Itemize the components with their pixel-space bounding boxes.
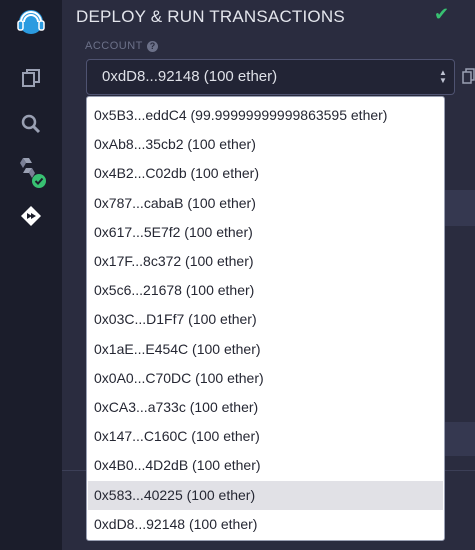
account-dropdown-list: 0x5B3...eddC4 (99.99999999999863595 ethe…	[86, 96, 445, 541]
search-icon[interactable]	[0, 104, 62, 144]
account-option[interactable]: 0x5c6...21678 (100 ether)	[88, 276, 443, 305]
deploy-run-icon[interactable]	[0, 196, 62, 236]
account-option[interactable]: 0x787...cabaB (100 ether)	[88, 189, 443, 218]
remix-ide: DEPLOY & RUN TRANSACTIONS ✔ ACCOUNT ? 0x…	[0, 0, 475, 550]
panel-title: DEPLOY & RUN TRANSACTIONS	[76, 7, 345, 26]
remix-logo-icon[interactable]	[0, 4, 62, 44]
account-option[interactable]: 0x4B2...C02db (100 ether)	[88, 159, 443, 188]
account-option[interactable]: 0x617...5E7f2 (100 ether)	[88, 218, 443, 247]
file-explorer-icon[interactable]	[0, 58, 62, 98]
account-option[interactable]: 0xAb8...35cb2 (100 ether)	[88, 130, 443, 159]
icon-rail	[0, 0, 62, 550]
account-option[interactable]: 0x17F...8c372 (100 ether)	[88, 247, 443, 276]
select-arrows-icon: ▲ ▼	[439, 68, 447, 85]
account-option[interactable]: 0xdD8...92148 (100 ether)	[88, 510, 443, 539]
account-option[interactable]: 0x5B3...eddC4 (99.99999999999863595 ethe…	[88, 101, 443, 130]
account-option[interactable]: 0x583...40225 (100 ether)	[88, 480, 443, 510]
account-label: ACCOUNT	[85, 40, 143, 52]
info-icon[interactable]: ?	[147, 41, 158, 52]
copy-icon[interactable]	[462, 68, 475, 84]
account-option[interactable]: 0x1aE...E454C (100 ether)	[88, 335, 443, 364]
account-select-value: 0xdD8...92148 (100 ether)	[102, 68, 278, 85]
solidity-compiler-icon[interactable]	[0, 152, 62, 192]
account-option[interactable]: 0x0A0...C70DC (100 ether)	[88, 364, 443, 393]
check-icon: ✔	[434, 4, 450, 24]
annotation-arrow-icon	[318, 423, 392, 466]
account-option[interactable]: 0xCA3...a733c (100 ether)	[88, 393, 443, 422]
account-option[interactable]: 0x03C...D1Ff7 (100 ether)	[88, 305, 443, 334]
account-select[interactable]: 0xdD8...92148 (100 ether) ▲ ▼	[86, 59, 455, 95]
